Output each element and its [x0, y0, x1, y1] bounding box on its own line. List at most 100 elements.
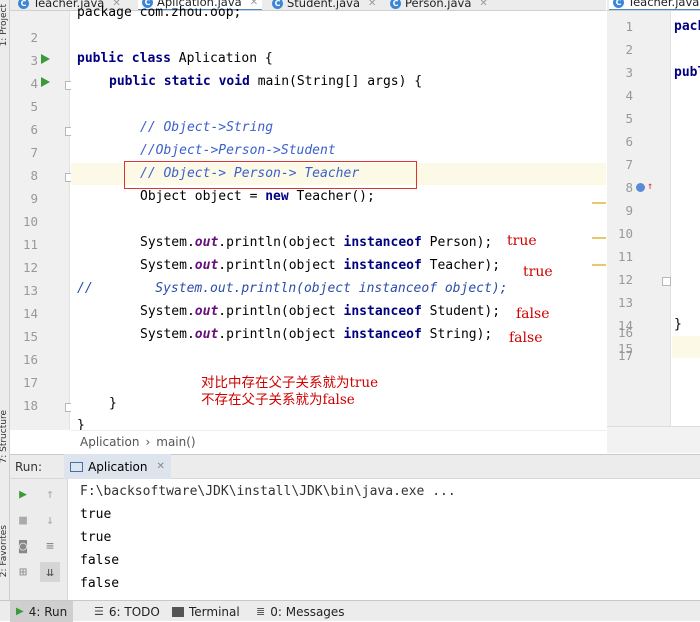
code-line-object: Object object = new Teacher();: [140, 189, 375, 204]
line-number: 7: [625, 157, 633, 172]
line-number: 14: [22, 306, 38, 321]
code-keyword: publ: [674, 65, 700, 80]
static-field: out: [194, 258, 219, 273]
breadcrumb: Aplication › main(): [71, 430, 606, 453]
todo-tool-button[interactable]: ☰ 6: TODO: [88, 601, 166, 622]
code-line-println-string: System.out.println(object instanceof Str…: [140, 327, 492, 342]
breadcrumb-method[interactable]: main(): [156, 435, 195, 449]
close-icon[interactable]: ✕: [479, 0, 487, 9]
keyword: instanceof: [343, 304, 422, 319]
warning-marker[interactable]: [592, 264, 606, 266]
terminal-icon: [172, 606, 184, 617]
rerun-icon[interactable]: ▶: [13, 484, 33, 504]
messages-tool-button[interactable]: ≣ 0: Messages: [250, 601, 351, 622]
code-comment: // Object->String: [140, 120, 274, 135]
override-arrow-icon[interactable]: ↑: [647, 181, 653, 192]
run-panel-header: Run: Aplication ✕: [10, 454, 700, 479]
code-text: .println(: [218, 304, 289, 319]
close-icon[interactable]: ✕: [250, 0, 258, 8]
line-number: 5: [30, 99, 38, 114]
code-line-println-teacher: System.out.println(object instanceof Tea…: [140, 258, 500, 273]
code-comment-line: // System.out.println(object instanceof …: [77, 281, 508, 296]
code-text: System.: [140, 258, 195, 273]
structure-tool-label[interactable]: 7: Structure: [0, 410, 9, 464]
code-line-println-student: System.out.println(object instanceof Stu…: [140, 304, 500, 319]
close-icon[interactable]: ✕: [157, 461, 165, 472]
highlight-box: [124, 161, 417, 189]
current-line-highlight: [672, 336, 700, 358]
code-line-package: package com.zhou.oop;: [77, 5, 242, 20]
pin-icon[interactable]: ⊞: [13, 562, 33, 582]
left-tool-strip: 1: Project 7: Structure 2: Favorites: [0, 0, 10, 600]
line-number: 7: [30, 145, 38, 160]
run-tab-label: Aplication: [88, 459, 148, 474]
static-field: out: [194, 235, 219, 250]
code-text: .println(: [218, 327, 289, 342]
line-number: 3: [625, 65, 633, 80]
code-editor[interactable]: package com.zhou.oop; public class Aplic…: [71, 5, 606, 433]
code-text: object: [288, 304, 344, 319]
line-number: 16: [617, 325, 633, 340]
fold-icon[interactable]: [662, 277, 671, 286]
implementation-marker-icon[interactable]: [636, 183, 645, 192]
tab-teacher-right[interactable]: C Teacher.java: [609, 0, 700, 10]
warning-marker[interactable]: [592, 237, 606, 239]
code-text: Student);: [421, 304, 501, 319]
code-text: System.: [140, 235, 195, 250]
run-tool-button[interactable]: ▶ 4: Run: [10, 601, 74, 622]
breadcrumb-separator: ›: [145, 435, 151, 449]
down-arrow-icon[interactable]: ↓: [40, 510, 60, 530]
code-comment: //Object->Person->Student: [140, 143, 336, 158]
messages-icon: ≣: [256, 605, 266, 618]
line-number: 15: [22, 329, 38, 344]
line-number: 4: [625, 88, 633, 103]
keyword: public static void: [109, 74, 250, 89]
code-line-class: public class Aplication {: [77, 51, 273, 66]
breadcrumb-class[interactable]: Aplication: [80, 435, 139, 449]
run-icon: ▶: [16, 606, 24, 617]
tab-run-aplication[interactable]: Aplication ✕: [64, 454, 171, 479]
line-number: 4: [30, 76, 38, 91]
warning-marker[interactable]: [592, 202, 606, 204]
method-signature: main(String[] args) {: [249, 74, 423, 89]
tab-student[interactable]: C Student.java ✕: [268, 0, 380, 10]
run-class-icon[interactable]: [41, 54, 50, 64]
class-icon: C: [18, 0, 29, 9]
close-icon[interactable]: ✕: [368, 0, 376, 9]
line-number: 18: [22, 398, 38, 413]
class-icon: C: [272, 0, 283, 9]
run-tool-label: 4: Run: [28, 604, 68, 619]
right-code-editor[interactable]: pack publ }: [672, 11, 700, 426]
favorites-tool-label[interactable]: 2: Favorites: [0, 525, 9, 577]
keyword: instanceof: [343, 327, 422, 342]
code-text: System.: [140, 327, 195, 342]
project-tool-label[interactable]: 1: Project: [0, 4, 9, 46]
up-arrow-icon[interactable]: ↑: [40, 484, 60, 504]
tab-label: Teacher.java: [628, 0, 700, 9]
line-number: 3: [30, 53, 38, 68]
class-icon: C: [390, 0, 401, 9]
camera-icon[interactable]: ◙: [13, 536, 33, 556]
line-number: 13: [22, 283, 38, 298]
console-output[interactable]: F:\backsoftware\JDK\install\JDK\bin\java…: [69, 479, 700, 600]
run-main-icon[interactable]: [41, 77, 50, 87]
bottom-tool-bar: ▶ 4: Run ☰ 6: TODO Terminal ≣ 0: Message…: [0, 600, 700, 622]
scroll-to-end-icon[interactable]: ⇊: [40, 562, 60, 582]
right-line-number-gutter: 1 2 3 4 5 6 7 8 9 10 11 12 13 14 15 16 1…: [607, 11, 671, 426]
soft-wrap-icon[interactable]: ≡: [40, 536, 60, 556]
code-text: object: [288, 327, 344, 342]
code-text: String);: [421, 327, 493, 342]
annotation-false: false: [509, 330, 543, 346]
console-line: false: [80, 576, 120, 591]
tab-person[interactable]: C Person.java ✕: [386, 0, 492, 10]
line-number: 1: [625, 19, 633, 34]
stop-icon[interactable]: ■: [13, 510, 33, 530]
line-number: 6: [625, 134, 633, 149]
terminal-tool-button[interactable]: Terminal: [166, 601, 246, 622]
code-closing-brace: }: [109, 396, 117, 411]
keyword: public class: [77, 51, 171, 66]
todo-icon: ☰: [94, 605, 104, 618]
code-line-main: public static void main(String[] args) {: [109, 74, 422, 89]
line-number: 2: [625, 42, 633, 57]
line-number: 9: [625, 203, 633, 218]
